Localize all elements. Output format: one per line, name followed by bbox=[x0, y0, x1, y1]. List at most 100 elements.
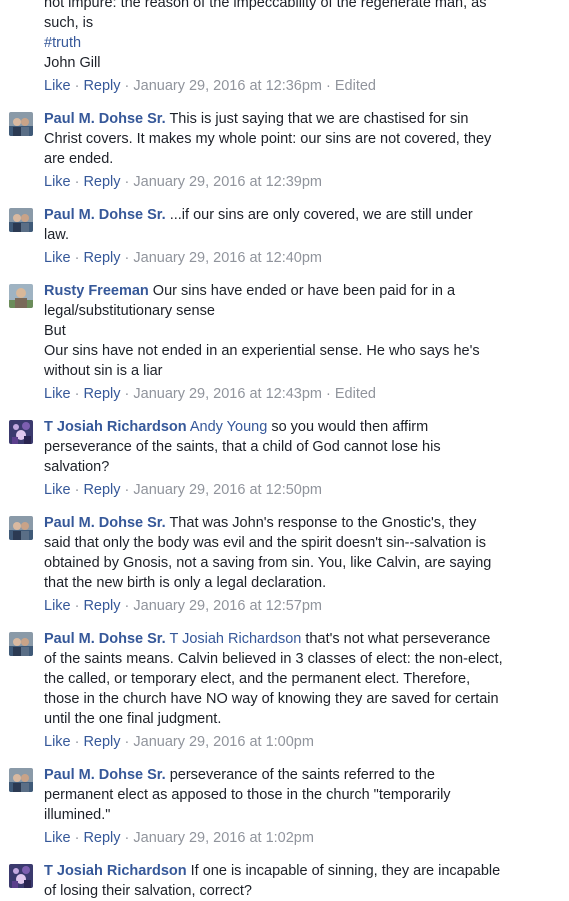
comment-line: of losing their salvation, correct? bbox=[44, 883, 252, 899]
comment-text: Our sins have ended or have been paid fo… bbox=[152, 283, 456, 299]
comment-text: If one is incapable of sinning, they are… bbox=[190, 863, 501, 879]
comment-actions: Like · Reply · January 29, 2016 at 12:39pm bbox=[44, 172, 529, 192]
comment-actions: Like · Reply · January 29, 2016 at 12:36pm · E… bbox=[44, 76, 529, 96]
comment: Paul M. Dohse Sr. This is just saying th… bbox=[0, 109, 569, 192]
separator: · bbox=[124, 482, 130, 498]
reply-link[interactable]: Reply bbox=[83, 250, 120, 266]
hashtag-link[interactable]: #truth bbox=[44, 33, 529, 53]
comment-gap bbox=[0, 616, 569, 629]
timestamp-link[interactable]: January 29, 2016 at 12:43pm bbox=[133, 386, 322, 402]
timestamp-link[interactable]: January 29, 2016 at 12:50pm bbox=[133, 482, 322, 498]
separator: · bbox=[124, 250, 130, 266]
separator: · bbox=[124, 598, 130, 614]
like-link[interactable]: Like bbox=[44, 598, 71, 614]
separator: · bbox=[74, 734, 80, 750]
avatar[interactable] bbox=[9, 864, 33, 888]
comment-body: T Josiah Richardson Andy Young so you wo… bbox=[44, 417, 529, 477]
comment-line: of the saints means. Calvin believed in … bbox=[44, 651, 503, 667]
comment-body: T Josiah Richardson If one is incapable … bbox=[44, 861, 529, 901]
avatar[interactable] bbox=[9, 208, 33, 232]
author-name[interactable]: Paul M. Dohse Sr. bbox=[44, 767, 166, 783]
comment: T Josiah Richardson If one is incapable … bbox=[0, 861, 569, 901]
mention-link[interactable]: T Josiah Richardson bbox=[169, 631, 301, 647]
avatar[interactable] bbox=[9, 420, 33, 444]
comment-text: ...if our sins are only covered, we are … bbox=[169, 207, 473, 223]
comment-gap bbox=[0, 96, 569, 109]
edited-link[interactable]: Edited bbox=[335, 78, 376, 94]
comment-list: Paul M. Dohse Sr. This is just saying th… bbox=[0, 96, 569, 901]
author-name[interactable]: Paul M. Dohse Sr. bbox=[44, 207, 166, 223]
comment-line: the called, or temporary elect, and the … bbox=[44, 671, 471, 687]
reply-link[interactable]: Reply bbox=[83, 174, 120, 190]
separator: · bbox=[124, 830, 130, 846]
like-link[interactable]: Like bbox=[44, 830, 71, 846]
timestamp-link[interactable]: January 29, 2016 at 12:36pm bbox=[133, 78, 322, 94]
reply-link[interactable]: Reply bbox=[83, 734, 120, 750]
separator: · bbox=[124, 78, 130, 94]
comment-line: not impure: the reason of the impeccabil… bbox=[44, 0, 487, 11]
comment-gap bbox=[0, 192, 569, 205]
comment-line: until the one final judgment. bbox=[44, 711, 222, 727]
comment-body: Paul M. Dohse Sr. This is just saying th… bbox=[44, 109, 529, 169]
comment-actions: Like · Reply · January 29, 2016 at 12:57pm bbox=[44, 596, 529, 616]
mention-link[interactable]: Andy Young bbox=[190, 419, 267, 435]
like-link[interactable]: Like bbox=[44, 734, 71, 750]
comment: T Josiah Richardson Andy Young so you wo… bbox=[0, 417, 569, 500]
comment-body: Paul M. Dohse Sr. That was John's respon… bbox=[44, 513, 529, 593]
separator: · bbox=[124, 386, 130, 402]
comment-body: Paul M. Dohse Sr. ...if our sins are onl… bbox=[44, 205, 529, 245]
timestamp-link[interactable]: January 29, 2016 at 1:02pm bbox=[133, 830, 314, 846]
comment-gap bbox=[0, 752, 569, 765]
comment: Paul M. Dohse Sr. T Josiah Richardson th… bbox=[0, 629, 569, 752]
edited-link[interactable]: Edited bbox=[335, 386, 376, 402]
timestamp-link[interactable]: January 29, 2016 at 1:00pm bbox=[133, 734, 314, 750]
like-link[interactable]: Like bbox=[44, 386, 71, 402]
comment-line: But bbox=[44, 323, 66, 339]
author-name[interactable]: T Josiah Richardson bbox=[44, 419, 187, 435]
author-name[interactable]: Paul M. Dohse Sr. bbox=[44, 515, 166, 531]
like-link[interactable]: Like bbox=[44, 250, 71, 266]
comment-line: John Gill bbox=[44, 55, 101, 71]
reply-link[interactable]: Reply bbox=[83, 78, 120, 94]
comment-actions: Like · Reply · January 29, 2016 at 1:00pm bbox=[44, 732, 529, 752]
author-name[interactable]: Paul M. Dohse Sr. bbox=[44, 111, 166, 127]
timestamp-link[interactable]: January 29, 2016 at 12:57pm bbox=[133, 598, 322, 614]
separator: · bbox=[124, 174, 130, 190]
comment: Paul M. Dohse Sr. That was John's respon… bbox=[0, 513, 569, 616]
avatar[interactable] bbox=[9, 284, 33, 308]
comment-line: that the new birth is only a legal decla… bbox=[44, 575, 327, 591]
comment-gap bbox=[0, 500, 569, 513]
separator: · bbox=[74, 386, 80, 402]
comment-actions: Like · Reply · January 29, 2016 at 12:40pm bbox=[44, 248, 529, 268]
author-name[interactable]: Paul M. Dohse Sr. bbox=[44, 631, 166, 647]
comment-line: said that only the body was evil and the… bbox=[44, 535, 487, 551]
separator: · bbox=[326, 386, 331, 402]
reply-link[interactable]: Reply bbox=[83, 386, 120, 402]
reply-link[interactable]: Reply bbox=[83, 598, 120, 614]
separator: · bbox=[124, 734, 130, 750]
comment-line: salvation? bbox=[44, 459, 110, 475]
comment-body: Paul M. Dohse Sr. perseverance of the sa… bbox=[44, 765, 529, 825]
avatar[interactable] bbox=[9, 516, 33, 540]
separator: · bbox=[74, 174, 80, 190]
avatar[interactable] bbox=[9, 768, 33, 792]
author-name[interactable]: T Josiah Richardson bbox=[44, 863, 187, 879]
timestamp-link[interactable]: January 29, 2016 at 12:39pm bbox=[133, 174, 322, 190]
avatar[interactable] bbox=[9, 632, 33, 656]
separator: · bbox=[74, 598, 80, 614]
comment-text: This is just saying that we are chastise… bbox=[169, 111, 469, 127]
avatar[interactable] bbox=[9, 112, 33, 136]
reply-link[interactable]: Reply bbox=[83, 830, 120, 846]
timestamp-link[interactable]: January 29, 2016 at 12:40pm bbox=[133, 250, 322, 266]
comment-body: Paul M. Dohse Sr. T Josiah Richardson th… bbox=[44, 629, 529, 729]
comment-gap bbox=[0, 404, 569, 417]
like-link[interactable]: Like bbox=[44, 78, 71, 94]
like-link[interactable]: Like bbox=[44, 482, 71, 498]
comment-text: so you would then affirm bbox=[271, 419, 429, 435]
separator: · bbox=[74, 250, 80, 266]
author-name[interactable]: Rusty Freeman bbox=[44, 283, 149, 299]
comment-line: perseverance of the saints, that a child… bbox=[44, 439, 441, 455]
like-link[interactable]: Like bbox=[44, 174, 71, 190]
reply-link[interactable]: Reply bbox=[83, 482, 120, 498]
comment-line: Our sins have not ended in an experienti… bbox=[44, 343, 480, 359]
